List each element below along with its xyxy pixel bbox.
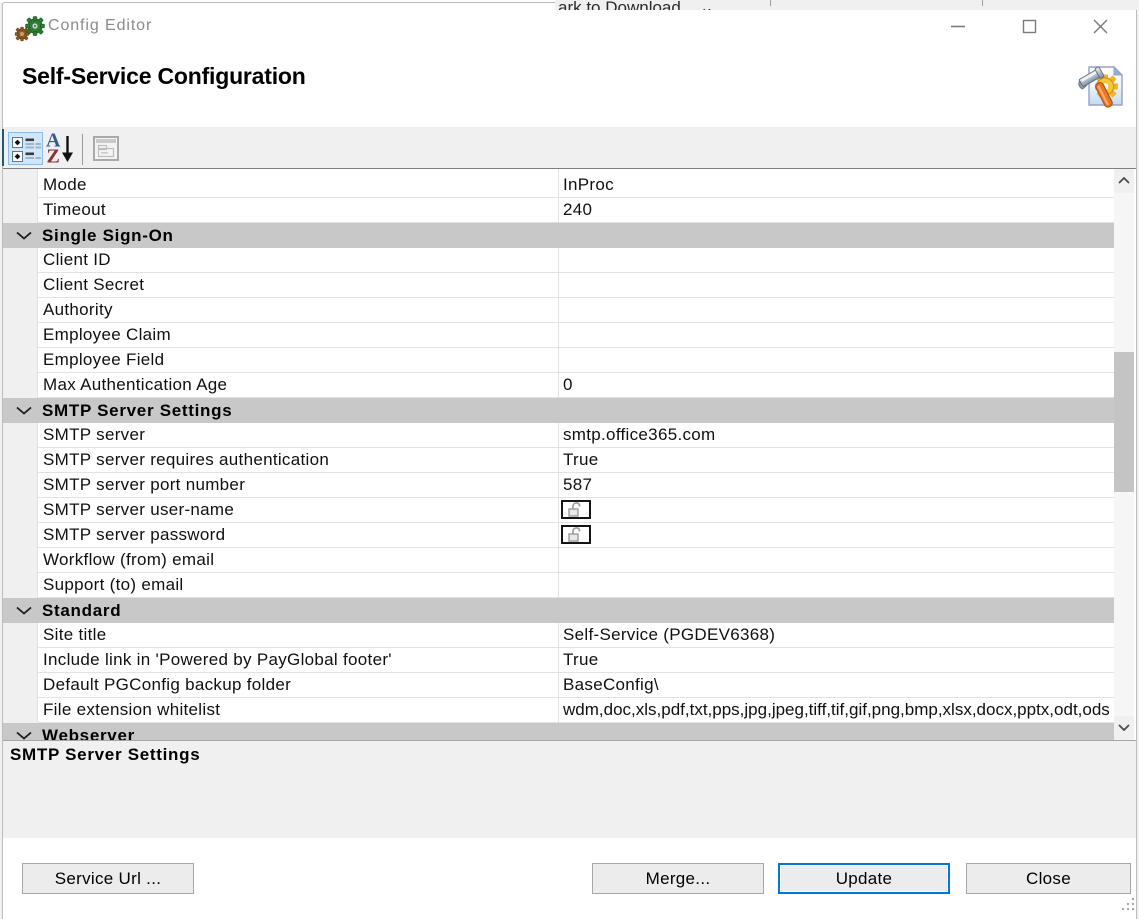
- svg-text:Z: Z: [47, 146, 60, 165]
